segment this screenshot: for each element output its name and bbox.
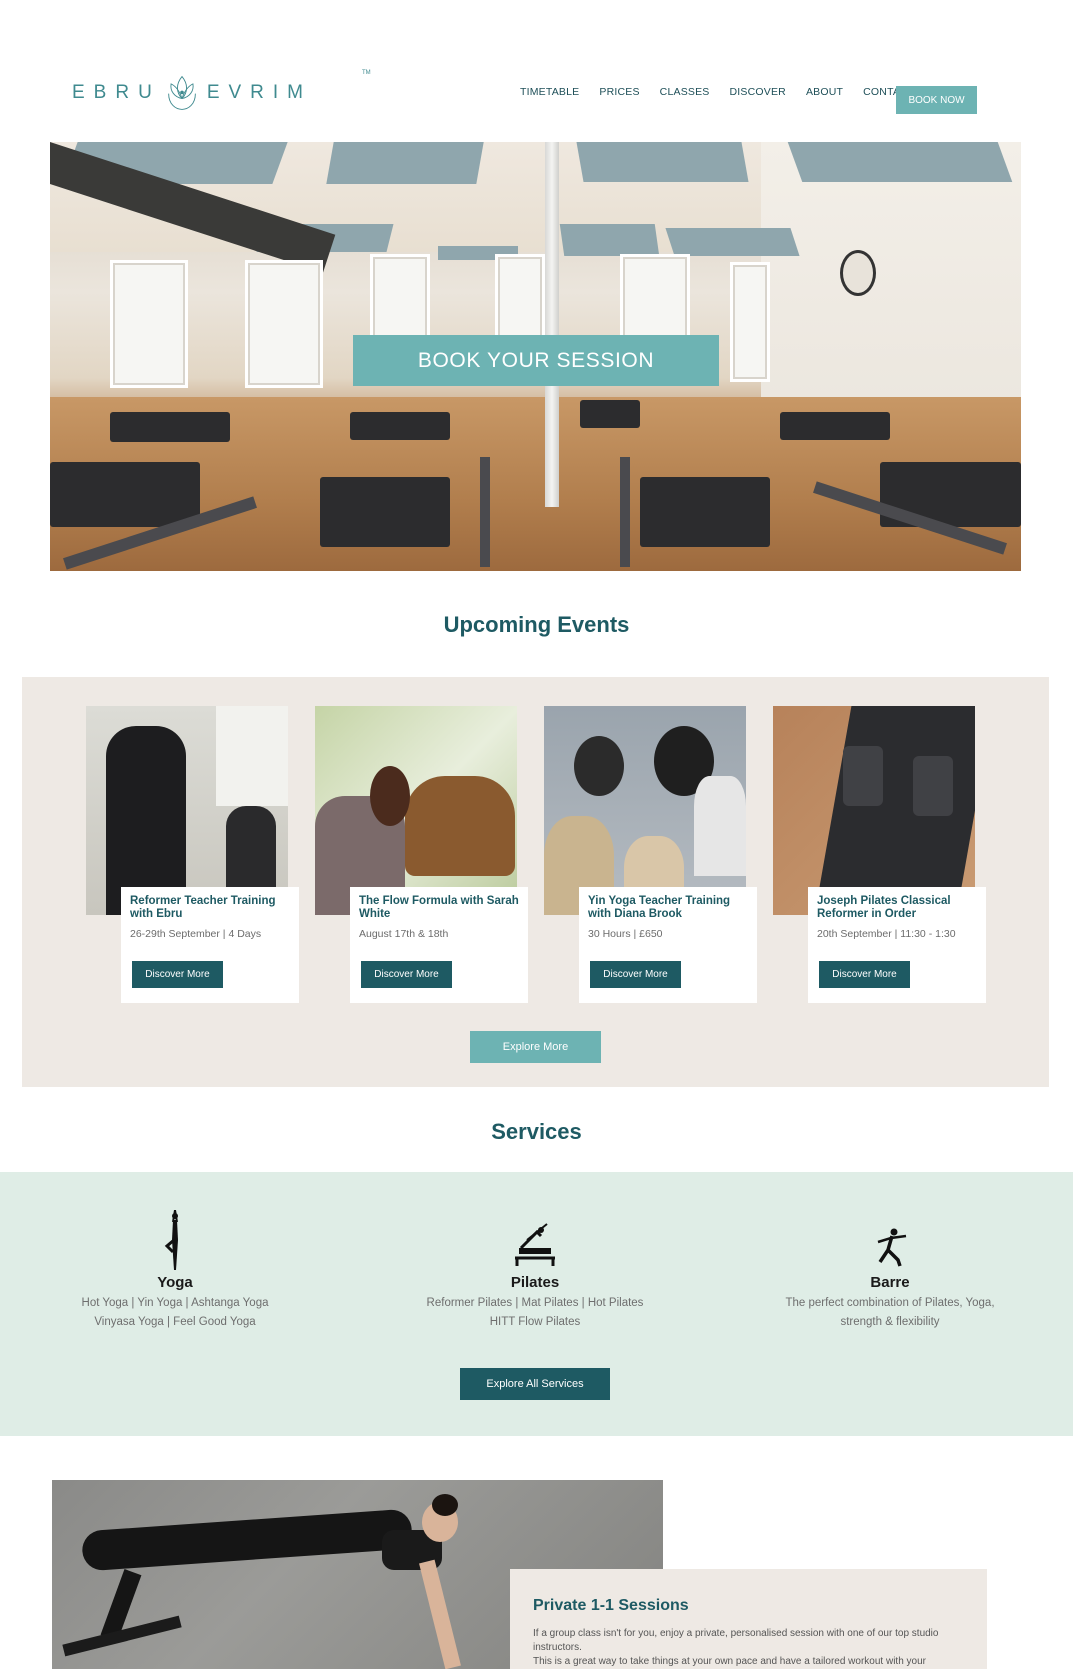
private-sessions-card: Private 1-1 Sessions If a group class is… [510,1569,987,1669]
reformer-machine [320,477,450,547]
event-card: Reformer Teacher Training with Ebru 26-2… [121,887,299,1003]
book-session-button[interactable]: BOOK YOUR SESSION [353,335,719,386]
event-image[interactable] [544,706,746,915]
event-reformer [913,756,953,816]
service-desc-line: HITT Flow Pilates [489,1316,581,1328]
ceiling-panel [576,142,749,182]
service-barre: Barre The perfect combination of Pilates… [770,1210,1010,1332]
event-figure [370,766,410,826]
nav-item-timetable[interactable]: TIMETABLE [520,86,579,98]
lotus-logo-icon [167,75,196,110]
ceiling-panel [559,224,660,256]
reformer-machine [780,412,890,440]
service-title: Pilates [510,1274,560,1291]
private-figure [419,1559,461,1669]
service-description: Reformer Pilates | Mat Pilates | Hot Pil… [415,1294,655,1332]
event-figure [405,776,515,876]
event-date: 20th September | 11:30 - 1:30 [817,928,956,940]
private-figure [81,1508,413,1572]
main-nav: TIMETABLE PRICES CLASSES DISCOVER ABOUT … [520,86,935,98]
event-reformer [843,746,883,806]
reformer-machine [580,400,640,428]
private-sessions-text: If a group class isn't for you, enjoy a … [533,1627,964,1669]
trademark: TM [362,70,371,76]
logo[interactable]: EBRU EVRIM TM [72,62,371,124]
reformer-machine [110,412,230,442]
private-text-line: This is a great way to take things at yo… [533,1656,926,1667]
event-figure [694,776,746,876]
service-title: Barre [870,1274,910,1291]
discover-more-button[interactable]: Discover More [132,961,223,988]
nav-item-prices[interactable]: PRICES [599,86,639,98]
reformer-machine [640,477,770,547]
services-heading: Services [491,1119,582,1144]
service-description: The perfect combination of Pilates, Yoga… [770,1294,1010,1332]
ceiling-panel [326,142,484,184]
wall-clock-icon [840,250,876,296]
window [245,260,323,388]
service-yoga: Yoga Hot Yoga | Yin Yoga | Ashtanga Yoga… [55,1210,295,1332]
nav-item-classes[interactable]: CLASSES [660,86,710,98]
event-image[interactable] [86,706,288,915]
window [495,254,545,344]
event-card: The Flow Formula with Sarah White August… [350,887,528,1003]
explore-more-button[interactable]: Explore More [470,1031,601,1063]
service-desc-line: strength & flexibility [840,1316,940,1328]
service-desc-line: Hot Yoga | Yin Yoga | Ashtanga Yoga [81,1297,269,1309]
discover-more-button[interactable]: Discover More [819,961,910,988]
service-desc-line: Reformer Pilates | Mat Pilates | Hot Pil… [426,1297,644,1309]
window [370,254,430,344]
service-desc-line: Vinyasa Yoga | Feel Good Yoga [94,1316,256,1328]
private-text-line: instructors. [533,1642,582,1653]
reformer-rail [620,457,630,567]
logo-text-left: EBRU [72,82,161,103]
barre-pose-icon [877,1228,907,1267]
event-figure [574,736,624,796]
reformer-rail [480,457,490,567]
events-heading: Upcoming Events [443,612,630,637]
event-title: The Flow Formula with Sarah White [359,895,519,920]
window [110,260,188,388]
window [620,254,690,344]
ceiling-panel [787,142,1013,182]
event-image[interactable] [315,706,517,915]
event-date: 26-29th September | 4 Days [130,928,262,940]
event-window [216,706,288,806]
logo-text-right: EVRIM [206,82,312,103]
event-title: Reformer Teacher Training with Ebru [130,895,276,920]
private-figure [432,1494,458,1516]
explore-all-services-button[interactable]: Explore All Services [460,1368,610,1400]
book-now-button[interactable]: BOOK NOW [896,86,977,114]
reformer-machine [350,412,450,440]
hero-wall [761,142,1021,432]
discover-more-button[interactable]: Discover More [361,961,452,988]
site-header: EBRU EVRIM TM TIMETABLE PRICES CLASSES D… [0,0,1073,140]
event-card: Yin Yoga Teacher Training with Diana Bro… [579,887,757,1003]
event-title: Yin Yoga Teacher Training with Diana Bro… [588,895,731,920]
event-date: August 17th & 18th [359,928,449,940]
service-description: Hot Yoga | Yin Yoga | Ashtanga Yoga Viny… [55,1294,295,1332]
event-title: Joseph Pilates Classical Reformer in Ord… [817,895,951,920]
service-title: Yoga [157,1274,193,1291]
reformer-machine [50,462,200,527]
yoga-pose-icon [164,1210,178,1270]
ceiling-panel [665,228,800,256]
reformer-icon [515,1223,555,1266]
event-card: Joseph Pilates Classical Reformer in Ord… [808,887,986,1003]
private-text-line: If a group class isn't for you, enjoy a … [533,1628,939,1639]
window [730,262,770,382]
nav-item-about[interactable]: ABOUT [806,86,843,98]
hero-banner: BOOK YOUR SESSION [50,142,1021,571]
service-pilates: Pilates Reformer Pilates | Mat Pilates |… [415,1210,655,1332]
discover-more-button[interactable]: Discover More [590,961,681,988]
service-desc-line: The perfect combination of Pilates, Yoga… [785,1297,995,1309]
services-section: Yoga Hot Yoga | Yin Yoga | Ashtanga Yoga… [0,1172,1073,1436]
nav-item-discover[interactable]: DISCOVER [730,86,786,98]
event-date: 30 Hours | £650 [588,928,663,940]
event-image[interactable] [773,706,975,915]
private-sessions-title: Private 1-1 Sessions [533,1597,689,1614]
hero-pillar [545,142,559,507]
